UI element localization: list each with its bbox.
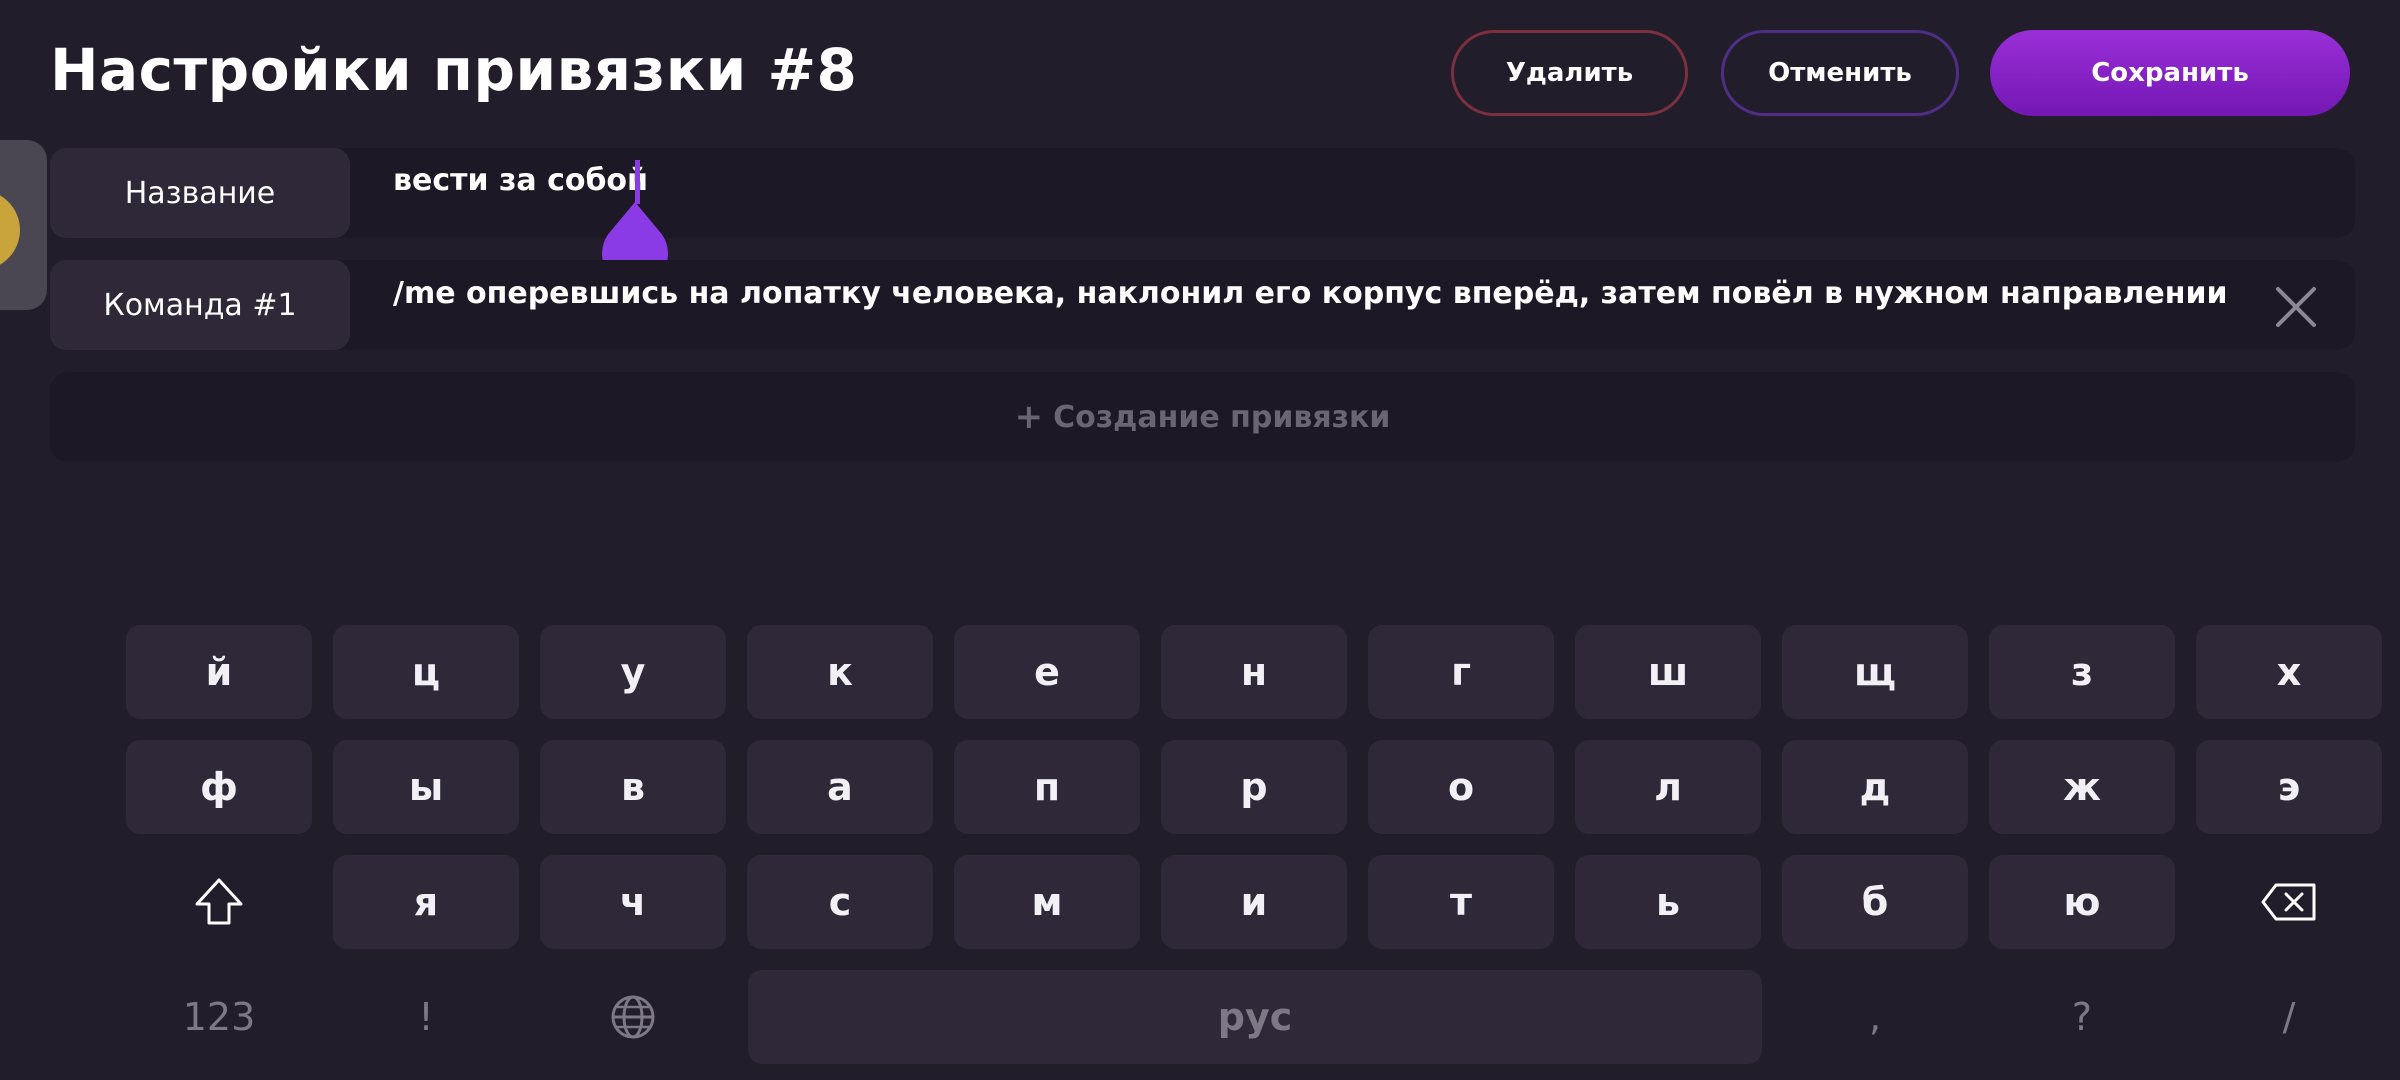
key-й[interactable]: й <box>126 625 312 719</box>
key-э[interactable]: э <box>2196 740 2382 834</box>
command-input[interactable]: /me оперевшись на лопатку человека, накл… <box>393 276 2227 311</box>
name-label: Название <box>50 148 350 238</box>
avatar <box>0 190 20 270</box>
key-ш[interactable]: ш <box>1575 625 1761 719</box>
name-input[interactable]: вести за собой <box>393 163 648 198</box>
key-и[interactable]: и <box>1161 855 1347 949</box>
key-б[interactable]: б <box>1782 855 1968 949</box>
page-title: Настройки привязки #8 <box>50 36 858 104</box>
space-key[interactable]: рус <box>748 970 1762 1064</box>
exclamation-key[interactable]: ! <box>333 970 519 1064</box>
key-р[interactable]: р <box>1161 740 1347 834</box>
key-к[interactable]: к <box>747 625 933 719</box>
create-binding-button[interactable]: + Создание привязки <box>50 372 2355 462</box>
text-cursor <box>635 160 640 204</box>
shift-icon <box>195 878 243 925</box>
key-е[interactable]: е <box>954 625 1140 719</box>
key-з[interactable]: з <box>1989 625 2175 719</box>
language-key[interactable] <box>540 970 726 1064</box>
key-ю[interactable]: ю <box>1989 855 2175 949</box>
slash-key[interactable]: / <box>2196 970 2382 1064</box>
backspace-icon <box>2261 883 2316 921</box>
close-icon[interactable] <box>2273 284 2319 330</box>
key-х[interactable]: х <box>2196 625 2382 719</box>
question-key[interactable]: ? <box>1989 970 2175 1064</box>
key-в[interactable]: в <box>540 740 726 834</box>
key-п[interactable]: п <box>954 740 1140 834</box>
command-label: Команда #1 <box>50 260 350 350</box>
key-а[interactable]: а <box>747 740 933 834</box>
key-ф[interactable]: ф <box>126 740 312 834</box>
globe-icon <box>611 995 655 1039</box>
key-ч[interactable]: ч <box>540 855 726 949</box>
side-avatar-panel[interactable] <box>0 140 47 310</box>
key-с[interactable]: с <box>747 855 933 949</box>
key-ь[interactable]: ь <box>1575 855 1761 949</box>
key-н[interactable]: н <box>1161 625 1347 719</box>
delete-button[interactable]: Удалить <box>1451 30 1688 116</box>
shift-key[interactable] <box>126 855 312 949</box>
key-ж[interactable]: ж <box>1989 740 2175 834</box>
key-г[interactable]: г <box>1368 625 1554 719</box>
key-я[interactable]: я <box>333 855 519 949</box>
cancel-button[interactable]: Отменить <box>1721 30 1959 116</box>
key-щ[interactable]: щ <box>1782 625 1968 719</box>
save-button[interactable]: Сохранить <box>1990 30 2350 116</box>
numbers-key[interactable]: 123 <box>126 970 312 1064</box>
key-ы[interactable]: ы <box>333 740 519 834</box>
key-ц[interactable]: ц <box>333 625 519 719</box>
key-м[interactable]: м <box>954 855 1140 949</box>
plus-icon: + <box>1014 397 1044 437</box>
key-т[interactable]: т <box>1368 855 1554 949</box>
key-л[interactable]: л <box>1575 740 1761 834</box>
backspace-key[interactable] <box>2196 855 2382 949</box>
key-д[interactable]: д <box>1782 740 1968 834</box>
create-binding-label: Создание привязки <box>1053 399 1391 435</box>
key-у[interactable]: у <box>540 625 726 719</box>
key-о[interactable]: о <box>1368 740 1554 834</box>
comma-key[interactable]: , <box>1782 970 1968 1064</box>
